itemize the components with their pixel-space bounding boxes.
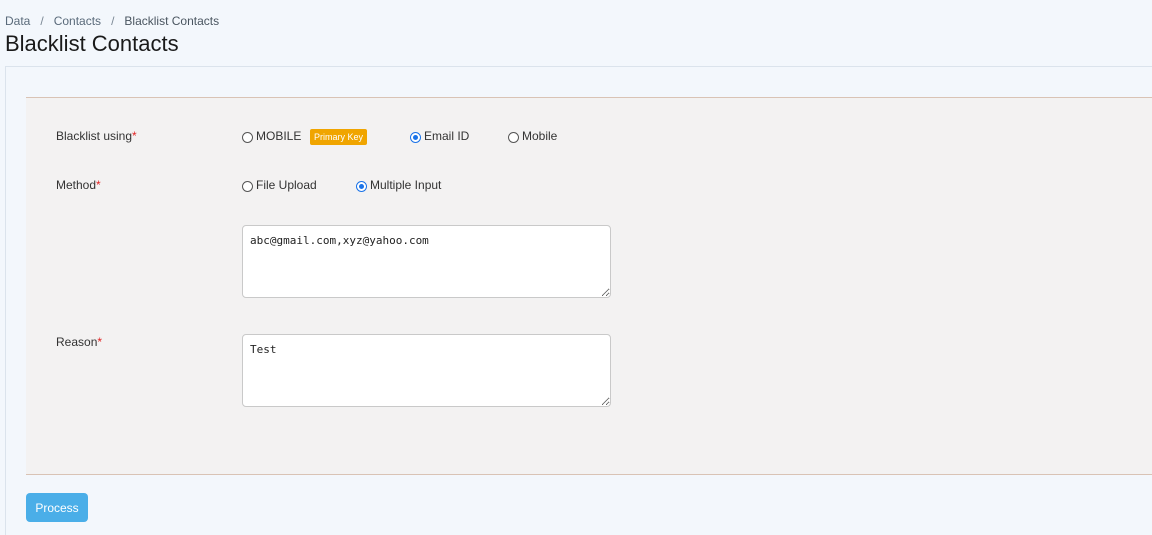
radio-circle[interactable] xyxy=(242,131,253,143)
radio-mobile[interactable]: Mobile xyxy=(508,129,557,143)
page-title: Blacklist Contacts xyxy=(5,31,179,56)
breadcrumb: Data / Contacts / Blacklist Contacts xyxy=(5,14,219,28)
multiple-input-textarea[interactable]: abc@gmail.com,xyz@yahoo.com xyxy=(242,225,611,298)
breadcrumb-item-current: Blacklist Contacts xyxy=(124,14,220,28)
breadcrumb-separator: / xyxy=(40,14,44,28)
reason-label: Reason* xyxy=(56,335,102,349)
method-label-text: Method xyxy=(56,178,97,192)
radio-email-id[interactable]: Email ID xyxy=(410,129,469,143)
reason-label-text: Reason xyxy=(56,335,98,349)
radio-label: MOBILE xyxy=(256,129,302,143)
radio-label: File Upload xyxy=(256,178,317,192)
primary-key-badge: Primary Key xyxy=(310,129,368,145)
breadcrumb-item-data[interactable]: Data xyxy=(5,14,30,28)
breadcrumb-separator: / xyxy=(111,14,115,28)
required-mark: * xyxy=(96,178,101,192)
breadcrumb-item-contacts[interactable]: Contacts xyxy=(54,14,101,28)
radio-circle[interactable] xyxy=(356,180,367,192)
required-mark: * xyxy=(97,335,103,349)
process-button[interactable]: Process xyxy=(26,493,88,522)
radio-circle[interactable] xyxy=(242,180,253,192)
radio-label: Multiple Input xyxy=(370,178,442,192)
radio-file-upload[interactable]: File Upload xyxy=(242,178,317,192)
radio-label: Mobile xyxy=(522,129,558,143)
method-label: Method* xyxy=(56,178,101,192)
radio-circle[interactable] xyxy=(410,131,421,143)
blacklist-using-label-text: Blacklist using xyxy=(56,129,133,143)
required-mark: * xyxy=(132,129,137,143)
radio-label: Email ID xyxy=(424,129,470,143)
reason-textarea[interactable]: Test xyxy=(242,334,611,407)
radio-circle[interactable] xyxy=(508,131,519,143)
radio-mobile-primary[interactable]: MOBILE xyxy=(242,129,301,143)
blacklist-using-label: Blacklist using* xyxy=(56,129,137,143)
radio-multiple-input[interactable]: Multiple Input xyxy=(356,178,441,192)
